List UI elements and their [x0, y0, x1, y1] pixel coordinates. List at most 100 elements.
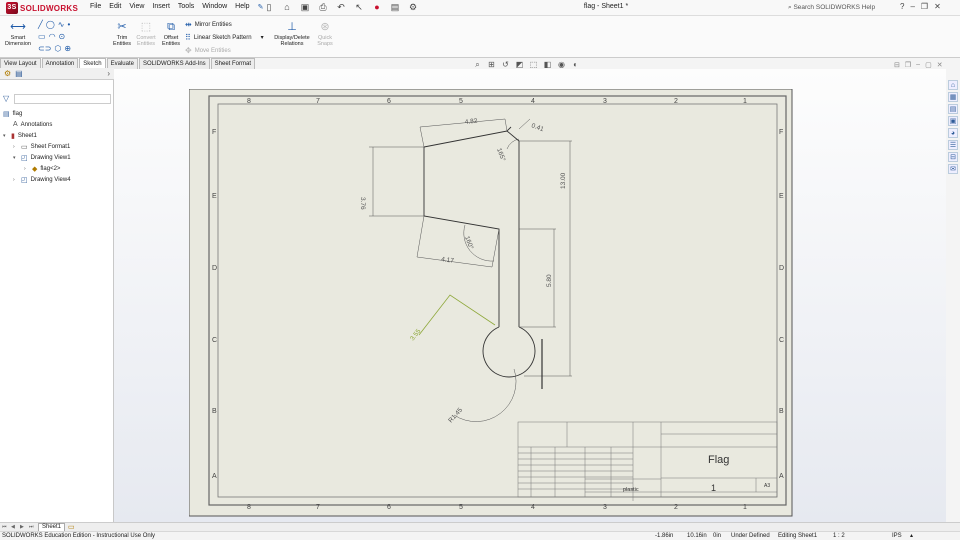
- last-sheet-icon[interactable]: ⏭: [29, 524, 35, 530]
- doc-restore-icon[interactable]: ❐: [905, 61, 911, 69]
- slot-icon[interactable]: ⊂⊃: [38, 44, 51, 53]
- title-block-material[interactable]: plastic: [623, 487, 639, 493]
- tab-add-ins[interactable]: SOLIDWORKS Add-Ins: [138, 58, 210, 69]
- smart-dimension-button[interactable]: ⟷ Smart Dimension: [3, 20, 33, 47]
- tree-item-flag[interactable]: ▤ flag: [3, 110, 22, 118]
- close-icon[interactable]: ✕: [934, 2, 941, 11]
- ellipse-icon[interactable]: ⊙: [59, 32, 66, 41]
- restore-icon[interactable]: ❐: [921, 2, 928, 11]
- chevron-down-icon[interactable]: ▾: [261, 34, 264, 41]
- menu-tools[interactable]: Tools: [178, 3, 194, 11]
- menu-edit[interactable]: Edit: [109, 3, 121, 11]
- drawing-sheet[interactable]: 87654321 87654321 FEDCBA FEDCBA 4.82 0.4…: [189, 89, 793, 517]
- save-icon[interactable]: ▣: [298, 1, 312, 14]
- title-block-title[interactable]: Flag: [708, 454, 729, 466]
- tree-item-flag2[interactable]: › ◆ flag<2>: [24, 165, 60, 173]
- file-properties-icon[interactable]: ▤: [388, 1, 402, 14]
- dim-top-width[interactable]: 4.82: [464, 118, 478, 126]
- expand-icon[interactable]: ›: [24, 166, 29, 172]
- text-icon[interactable]: ⊕: [64, 44, 71, 53]
- arc-icon[interactable]: ◠: [49, 32, 56, 41]
- menu-help[interactable]: Help: [235, 3, 249, 11]
- tab-sheet-format[interactable]: Sheet Format: [210, 58, 256, 69]
- menu-file[interactable]: File: [90, 3, 101, 11]
- tree-item-annotations[interactable]: A Annotations: [13, 121, 52, 128]
- menu-view[interactable]: View: [129, 3, 144, 11]
- linear-pattern-icon: ⠿: [185, 33, 191, 42]
- menu-insert[interactable]: Insert: [152, 3, 170, 11]
- display-delete-relations-button[interactable]: ⊥ Display/Delete Relations: [272, 20, 312, 47]
- menu-window[interactable]: Window: [202, 3, 227, 11]
- minimize-icon[interactable]: –: [910, 2, 914, 11]
- tree-label: Drawing View1: [30, 155, 71, 161]
- convert-icon: ⬚: [140, 21, 152, 33]
- rectangle-icon[interactable]: ▭: [38, 32, 46, 41]
- forum-icon[interactable]: ✉: [948, 164, 958, 174]
- next-sheet-icon[interactable]: ▶: [20, 524, 26, 530]
- first-sheet-icon[interactable]: ⏮: [2, 524, 8, 530]
- zone-number: 4: [531, 98, 535, 105]
- open-icon[interactable]: ⌂: [280, 1, 294, 14]
- new-document-icon[interactable]: ▯: [262, 1, 276, 14]
- move-entities-button[interactable]: ✥ Move Entities: [185, 46, 231, 55]
- doc-minimize-icon[interactable]: –: [916, 61, 920, 69]
- collapse-icon[interactable]: ▾: [13, 155, 18, 161]
- help-icon[interactable]: ?: [900, 2, 904, 11]
- units-chevron-icon[interactable]: ▴: [910, 532, 913, 540]
- tree-item-sheet-format1[interactable]: › ▭ Sheet Format1: [13, 143, 70, 151]
- polygon-icon[interactable]: ⬡: [54, 44, 61, 53]
- zone-letter: D: [779, 265, 784, 272]
- convert-entities-label: Convert Entities: [136, 35, 156, 47]
- dim-right-height[interactable]: 13.00: [560, 172, 567, 189]
- filter-icon[interactable]: ▽: [3, 94, 9, 103]
- appearances-icon[interactable]: ◕: [948, 128, 958, 138]
- select-icon[interactable]: ↖: [352, 1, 366, 14]
- doc-close-icon[interactable]: ✕: [937, 61, 943, 69]
- view-palette-icon[interactable]: ⊟: [948, 152, 958, 162]
- expand-panel-icon[interactable]: ›: [107, 69, 110, 78]
- file-explorer-icon[interactable]: ▣: [948, 116, 958, 126]
- prev-sheet-icon[interactable]: ◀: [11, 524, 17, 530]
- property-manager-tab-icon[interactable]: ▤: [15, 69, 23, 78]
- print-icon[interactable]: ⎙: [316, 1, 330, 14]
- mirror-entities-button[interactable]: ⇹ Mirror Entities: [185, 20, 232, 29]
- circle-icon[interactable]: ◯: [46, 20, 55, 29]
- options-icon[interactable]: ⚙: [406, 1, 420, 14]
- status-units[interactable]: IPS: [892, 532, 902, 540]
- doc-maximize-icon[interactable]: ▢: [925, 61, 932, 69]
- trim-entities-button[interactable]: ✂ Trim Entities: [110, 20, 134, 47]
- search-box[interactable]: ⌕ Search SOLIDWORKS Help: [788, 2, 878, 14]
- feature-manager-tab-icon[interactable]: ⚙: [4, 69, 11, 78]
- add-sheet-icon[interactable]: ▭: [68, 523, 75, 531]
- spline-icon[interactable]: ∿: [58, 20, 65, 29]
- title-block-sheet-number[interactable]: 1: [711, 483, 716, 493]
- expand-icon[interactable]: ›: [13, 177, 18, 183]
- zone-number: 6: [387, 504, 391, 511]
- custom-properties-icon[interactable]: ☰: [948, 140, 958, 150]
- status-scale[interactable]: 1 : 2: [833, 532, 845, 540]
- linear-sketch-pattern-button[interactable]: ⠿ Linear Sketch Pattern ▾: [185, 33, 264, 42]
- home-icon[interactable]: ⌂: [948, 80, 958, 90]
- undo-icon[interactable]: ↶: [334, 1, 348, 14]
- rebuild-icon[interactable]: ●: [370, 1, 384, 14]
- convert-entities-button[interactable]: ⬚ Convert Entities: [134, 20, 158, 47]
- collapse-icon[interactable]: ▾: [3, 133, 8, 139]
- point-icon[interactable]: •: [67, 20, 70, 29]
- title-block-size[interactable]: A3: [764, 483, 770, 489]
- filter-input[interactable]: [14, 94, 111, 104]
- tree-item-drawing-view1[interactable]: ▾ ◰ Drawing View1: [13, 154, 71, 162]
- sketch-tools-row-3: ⊂⊃ ⬡ ⊕: [38, 44, 71, 53]
- solidworks-logo[interactable]: 3S SOLIDWORKS: [6, 2, 78, 14]
- quick-snaps-button[interactable]: ⊛ Quick Snaps: [314, 20, 336, 47]
- design-library-icon[interactable]: ▤: [948, 104, 958, 114]
- resources-icon[interactable]: ▦: [948, 92, 958, 102]
- dim-left-height[interactable]: 3.76: [359, 197, 366, 210]
- offset-entities-button[interactable]: ⧉ Offset Entities: [158, 20, 184, 47]
- expand-icon[interactable]: ›: [13, 144, 18, 150]
- tree-item-sheet1[interactable]: ▾ ▮ Sheet1: [3, 132, 37, 140]
- line-icon[interactable]: ╱: [38, 20, 43, 29]
- menu-bar: File Edit View Insert Tools Window Help …: [90, 3, 263, 11]
- tree-item-drawing-view4[interactable]: › ◰ Drawing View4: [13, 176, 71, 184]
- tile-icon[interactable]: ⊟: [894, 61, 900, 69]
- dim-lower-height[interactable]: 5.80: [546, 274, 553, 287]
